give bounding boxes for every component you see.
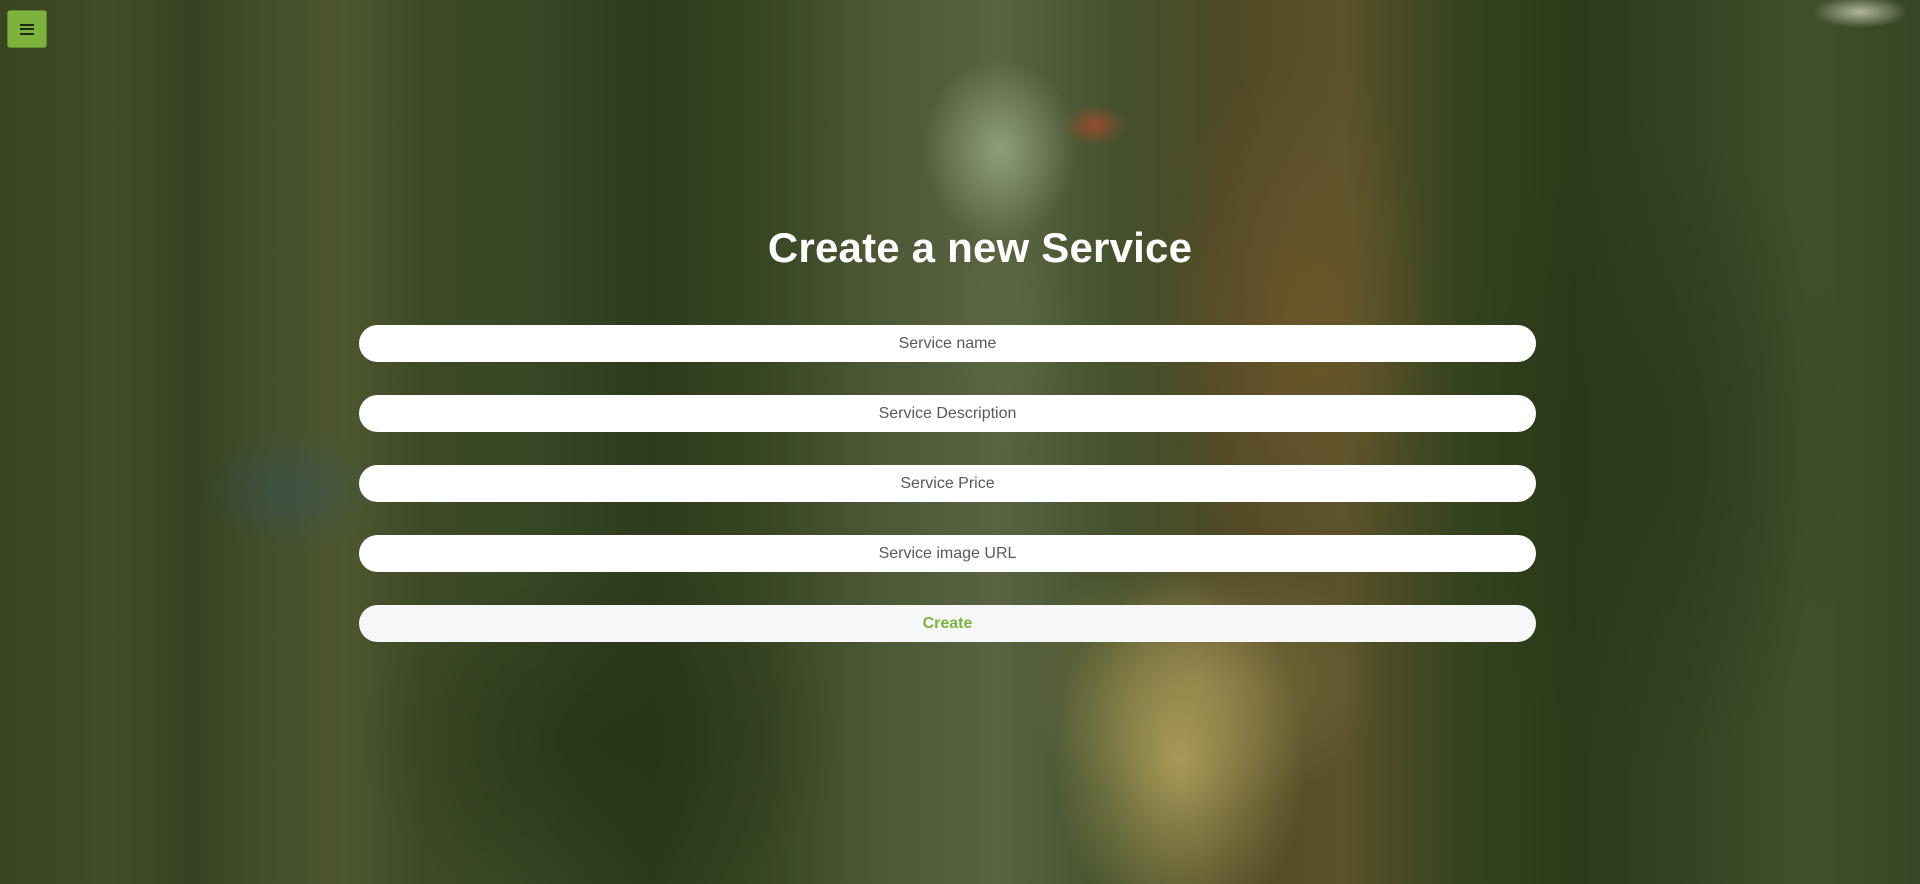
page: Create a new Service Create	[0, 0, 1920, 884]
service-name-input[interactable]	[359, 325, 1536, 362]
menu-toggle-button[interactable]	[7, 10, 47, 48]
service-price-input[interactable]	[359, 465, 1536, 502]
service-description-input[interactable]	[359, 395, 1536, 432]
service-image-url-input[interactable]	[359, 535, 1536, 572]
hamburger-menu-icon	[20, 23, 34, 35]
page-title: Create a new Service	[767, 224, 1193, 271]
create-service-form: Create	[359, 325, 1536, 642]
create-button[interactable]: Create	[359, 605, 1536, 642]
